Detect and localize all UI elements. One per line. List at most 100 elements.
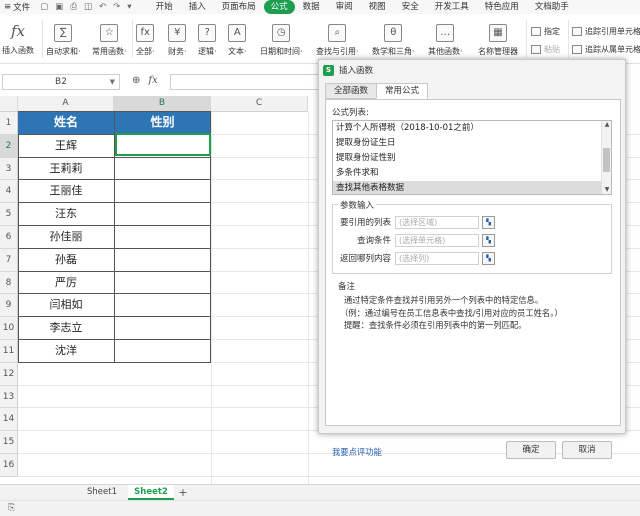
ribbon-button-0[interactable]: fx 插入函数 (2, 14, 34, 64)
tab-3[interactable]: 公式 (263, 0, 295, 14)
table-cell-gender[interactable] (115, 317, 211, 340)
preview-icon[interactable]: ◫ (84, 2, 92, 12)
table-cell-gender[interactable] (115, 157, 211, 181)
save-icon[interactable]: ▣ (55, 2, 63, 12)
row-header[interactable]: 9 (0, 294, 18, 318)
table-cell-name[interactable]: 孙佳丽 (18, 226, 115, 249)
table-cell-gender[interactable] (115, 180, 211, 204)
open-icon[interactable]: ▢ (40, 2, 48, 12)
param-input[interactable]: (选择列) (395, 251, 479, 265)
table-cell-gender[interactable] (115, 203, 211, 226)
redo-icon[interactable]: ↷ (113, 2, 120, 12)
ribbon-button-9[interactable]: θ 数学和三角· (372, 14, 415, 64)
formula-list-item[interactable]: 查找其他表格数据 (333, 181, 611, 194)
table-cell-gender[interactable] (115, 248, 211, 272)
sheet-tab-sheet2[interactable]: Sheet2 (128, 485, 174, 500)
add-sheet-button[interactable]: + (176, 485, 190, 500)
active-cell-border[interactable] (115, 133, 211, 156)
formula-list-item[interactable]: 多条件求和 (333, 166, 611, 181)
table-cell-name[interactable]: 闫相如 (18, 294, 115, 318)
ribbon-button-6[interactable]: A 文本· (228, 14, 247, 64)
table-cell-name[interactable]: 李志立 (18, 317, 115, 340)
row-header[interactable]: 1 (0, 112, 18, 135)
formula-list-scrollbar[interactable]: ▲ ▼ (601, 121, 611, 194)
row-header[interactable]: 4 (0, 180, 18, 204)
formula-list-item[interactable]: 提取身份证性别 (333, 151, 611, 166)
formula-input[interactable] (170, 74, 320, 90)
range-select-icon[interactable]: ▚ (482, 251, 495, 265)
trace-dependents-button[interactable]: 追踪从属单元格 (572, 44, 640, 55)
select-all-corner[interactable] (0, 96, 18, 112)
ribbon-button-7[interactable]: ◷ 日期和时间· (260, 14, 303, 64)
sheet-tab-sheet1[interactable]: Sheet1 (78, 485, 126, 500)
trace-precedents-button[interactable]: 追踪引用单元格 (572, 26, 640, 37)
row-header[interactable]: 13 (0, 385, 18, 409)
ribbon-button-10[interactable]: … 其他函数· (428, 14, 463, 64)
table-header-gender[interactable]: 性别 (115, 112, 211, 135)
table-cell-gender[interactable] (115, 294, 211, 318)
table-cell-gender[interactable] (115, 226, 211, 249)
formula-list-item[interactable]: 计算个人所得税（2018-10-01之前） (333, 121, 611, 136)
table-cell-name[interactable]: 沈洋 (18, 340, 115, 363)
row-header[interactable]: 3 (0, 157, 18, 181)
tab-0[interactable]: 开始 (148, 0, 181, 14)
chevron-down-icon[interactable]: ▼ (110, 75, 115, 89)
zoom-icon[interactable]: ⊕ (132, 75, 140, 86)
table-header-name[interactable]: 姓名 (18, 112, 115, 135)
row-header[interactable]: 11 (0, 340, 18, 363)
tab-all-functions[interactable]: 全部函数 (325, 83, 378, 99)
table-cell-name[interactable]: 王莉莉 (18, 157, 115, 181)
formula-list[interactable]: 计算个人所得税（2018-10-01之前） 提取身份证生日 提取身份证性别 多条件求和… (332, 120, 612, 195)
table-cell-name[interactable]: 王丽佳 (18, 180, 115, 204)
param-input[interactable]: (选择区域) (395, 215, 479, 229)
undo-icon[interactable]: ↶ (99, 2, 106, 12)
cancel-button[interactable]: 取消 (562, 441, 612, 459)
fx-icon[interactable]: fx (148, 75, 157, 86)
tab-6[interactable]: 视图 (361, 0, 394, 14)
table-cell-gender[interactable] (115, 271, 211, 295)
table-cell-name[interactable]: 汪东 (18, 203, 115, 226)
row-header[interactable]: 7 (0, 248, 18, 272)
row-header[interactable]: 14 (0, 408, 18, 432)
ribbon-button-3[interactable]: fx 全部· (136, 14, 155, 64)
table-cell-name[interactable]: 严厉 (18, 271, 115, 295)
tab-8[interactable]: 开发工具 (427, 0, 477, 14)
row-header[interactable]: 12 (0, 362, 18, 386)
table-cell-gender[interactable] (115, 340, 211, 363)
ribbon-button-5[interactable]: ? 逻辑· (198, 14, 217, 64)
more-icon[interactable]: ▾ (127, 2, 131, 12)
print-icon[interactable]: ⎙ (70, 2, 77, 12)
column-header-a[interactable]: A (18, 96, 114, 112)
tab-10[interactable]: 文档助手 (527, 0, 577, 14)
tab-1[interactable]: 插入 (181, 0, 214, 14)
ribbon-button-2[interactable]: ☆ 常用函数· (92, 14, 127, 64)
row-header[interactable]: 8 (0, 271, 18, 295)
file-menu[interactable]: ≡ 文件 (0, 1, 34, 13)
row-header[interactable]: 16 (0, 454, 18, 477)
row-header[interactable]: 5 (0, 203, 18, 226)
column-header-c[interactable]: C (211, 96, 308, 112)
ok-button[interactable]: 确定 (506, 441, 556, 459)
scroll-thumb[interactable] (603, 148, 610, 172)
ribbon-button-8[interactable]: ⌕ 查找与引用· (316, 14, 359, 64)
range-select-icon[interactable]: ▚ (482, 215, 495, 229)
formula-list-item[interactable]: 提取身份证生日 (333, 136, 611, 151)
column-header-b[interactable]: B (114, 96, 211, 112)
paste-name-button[interactable]: 粘贴 (531, 44, 560, 55)
define-name-button[interactable]: 指定 (531, 26, 560, 37)
scroll-up-icon[interactable]: ▲ (603, 121, 611, 129)
feedback-link[interactable]: 我要点评功能 (332, 446, 382, 458)
row-header[interactable]: 10 (0, 317, 18, 340)
tab-2[interactable]: 页面布局 (214, 0, 264, 14)
scroll-down-icon[interactable]: ▼ (603, 186, 611, 194)
tab-9[interactable]: 特色应用 (477, 0, 527, 14)
tab-4[interactable]: 数据 (295, 0, 328, 14)
row-header[interactable]: 6 (0, 226, 18, 249)
ribbon-button-4[interactable]: ¥ 财务· (168, 14, 187, 64)
macro-record-icon[interactable]: ⎘ (8, 503, 15, 513)
range-select-icon[interactable]: ▚ (482, 233, 495, 247)
tab-7[interactable]: 安全 (394, 0, 427, 14)
tab-common-formulas[interactable]: 常用公式 (376, 83, 429, 99)
row-header[interactable]: 2 (0, 134, 18, 158)
tab-5[interactable]: 审阅 (328, 0, 361, 14)
